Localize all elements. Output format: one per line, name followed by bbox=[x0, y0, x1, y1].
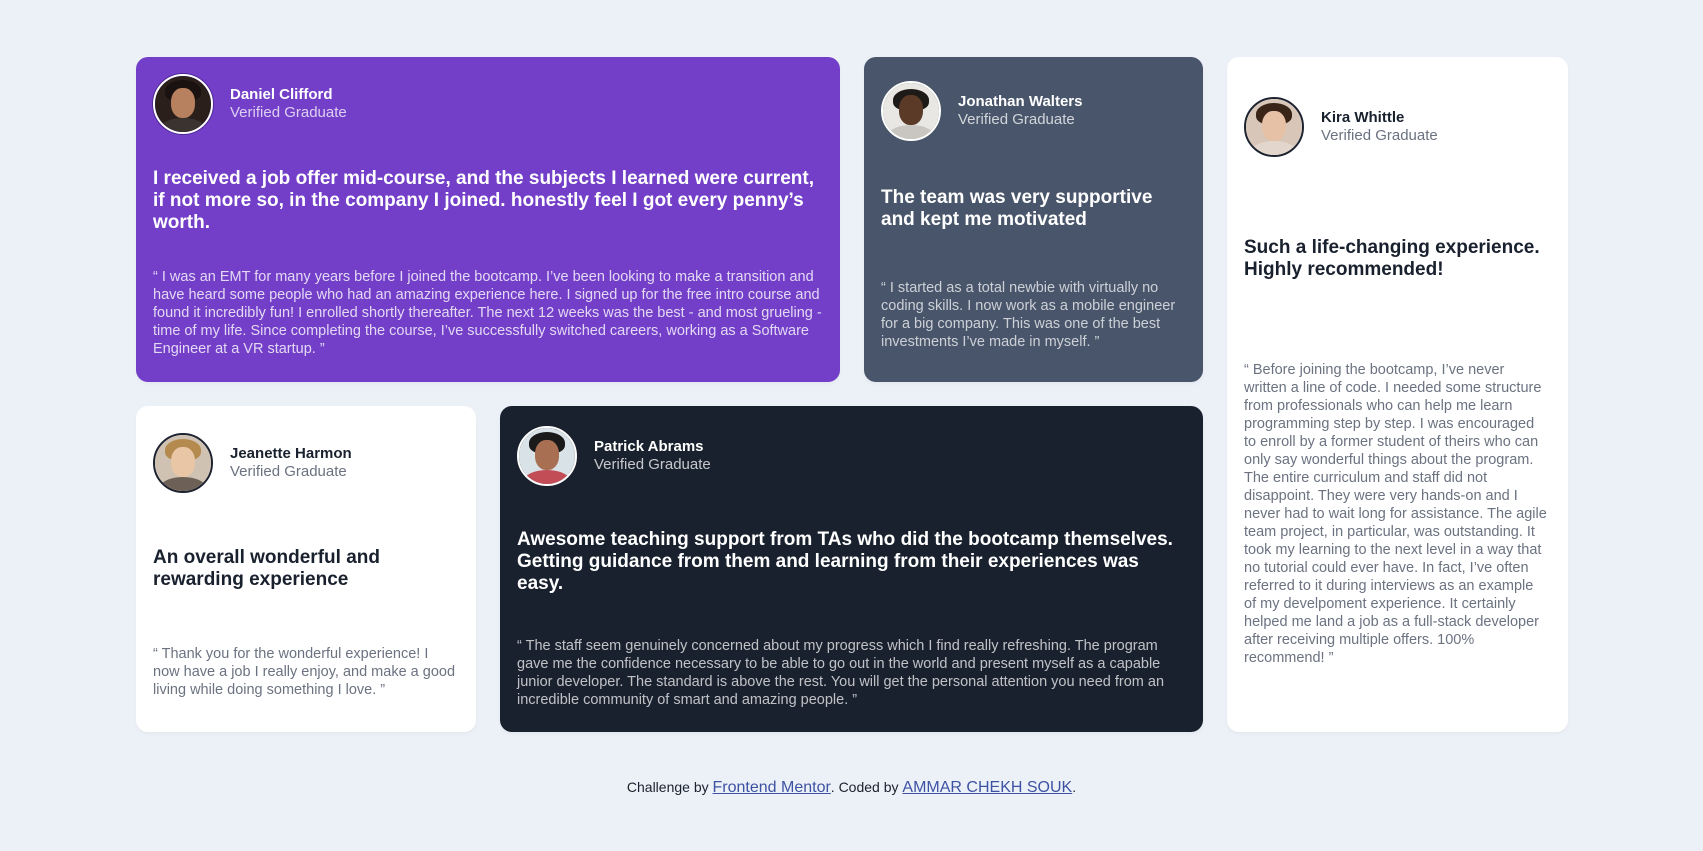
testimonial-card-daniel: Daniel Clifford Verified Graduate I rece… bbox=[136, 57, 840, 382]
person-header: Patrick Abrams Verified Graduate bbox=[517, 426, 1186, 486]
person-name: Kira Whittle bbox=[1321, 109, 1405, 126]
person-role: Verified Graduate bbox=[230, 463, 347, 480]
testimonial-quote: “ I was an EMT for many years before I j… bbox=[153, 269, 822, 357]
testimonial-quote: “ I started as a total newbie with virtu… bbox=[881, 280, 1176, 350]
testimonial-quote: “ Before joining the bootcamp, I’ve neve… bbox=[1244, 362, 1547, 666]
author-link[interactable]: AMMAR CHEKH SOUK bbox=[902, 779, 1072, 796]
avatar bbox=[881, 81, 941, 141]
testimonial-headline: Such a life-changing experience. Highly … bbox=[1244, 237, 1540, 280]
person-role: Verified Graduate bbox=[1321, 127, 1438, 144]
person-name: Daniel Clifford bbox=[230, 86, 333, 103]
person-name: Patrick Abrams bbox=[594, 438, 704, 455]
testimonial-headline: I received a job offer mid-course, and t… bbox=[153, 168, 814, 233]
avatar bbox=[517, 426, 577, 486]
testimonial-quote: “ The staff seem genuinely concerned abo… bbox=[517, 638, 1165, 708]
avatar bbox=[153, 74, 213, 134]
frontend-mentor-link[interactable]: Frontend Mentor bbox=[713, 779, 831, 796]
testimonial-headline: The team was very supportive and kept me… bbox=[881, 187, 1153, 230]
testimonial-card-patrick: Patrick Abrams Verified Graduate Awesome… bbox=[500, 406, 1203, 732]
footer-prefix: Challenge by bbox=[626, 779, 713, 795]
person-role: Verified Graduate bbox=[958, 111, 1075, 128]
footer-attribution: Challenge by Frontend Mentor. Coded by A… bbox=[0, 779, 1703, 797]
testimonial-headline: An overall wonderful and rewarding exper… bbox=[153, 547, 380, 590]
avatar bbox=[1244, 97, 1304, 157]
testimonial-headline: Awesome teaching support from TAs who di… bbox=[517, 529, 1173, 594]
person-name: Jonathan Walters bbox=[958, 93, 1083, 110]
testimonial-card-jonathan: Jonathan Walters Verified Graduate The t… bbox=[864, 57, 1203, 382]
person-header: Jeanette Harmon Verified Graduate bbox=[153, 433, 459, 493]
avatar bbox=[153, 433, 213, 493]
person-role: Verified Graduate bbox=[230, 104, 347, 121]
person-role: Verified Graduate bbox=[594, 456, 711, 473]
person-header: Daniel Clifford Verified Graduate bbox=[153, 74, 823, 134]
person-header: Kira Whittle Verified Graduate bbox=[1244, 97, 1551, 157]
testimonial-card-jeanette: Jeanette Harmon Verified Graduate An ove… bbox=[136, 406, 476, 732]
footer-middle: . Coded by bbox=[830, 779, 903, 795]
testimonial-card-kira: Kira Whittle Verified Graduate Such a li… bbox=[1227, 57, 1568, 732]
person-header: Jonathan Walters Verified Graduate bbox=[881, 81, 1186, 141]
testimonial-quote: “ Thank you for the wonderful experience… bbox=[153, 646, 456, 698]
footer-suffix: . bbox=[1072, 779, 1077, 795]
person-name: Jeanette Harmon bbox=[230, 445, 352, 462]
